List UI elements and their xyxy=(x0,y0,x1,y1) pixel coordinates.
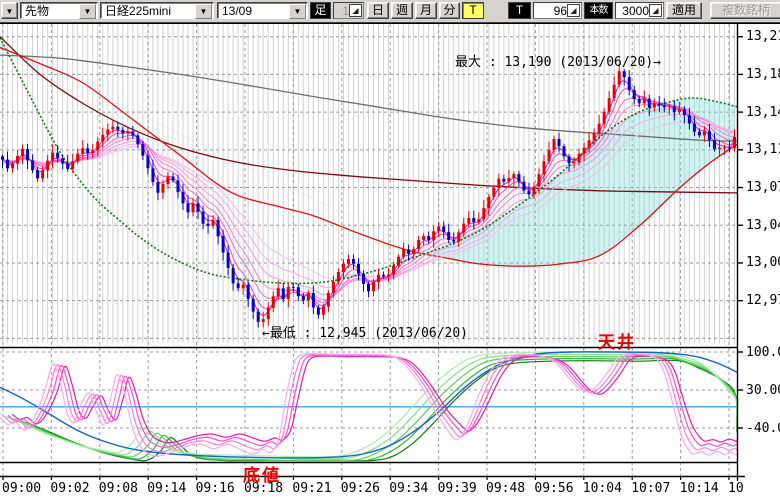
interval-stepper[interactable]: 1 ◢ xyxy=(333,2,364,19)
bar-count-value: 3000 xyxy=(622,4,649,19)
tick-count-stepper[interactable]: 96 ◢ xyxy=(533,2,582,19)
price-axis-label: 13,040 xyxy=(746,218,780,233)
spinner-icon[interactable]: ◢ xyxy=(649,4,662,17)
oscillator-axis-label: -40.00 xyxy=(746,421,780,436)
time-axis-label: 09:08 xyxy=(99,481,138,496)
oscillator-axis-label: 30.00 xyxy=(746,383,780,398)
mini-dropdown-button[interactable]: ▼ xyxy=(1,2,18,19)
price-axis-label: 13,110 xyxy=(746,142,780,157)
spinner-icon[interactable]: ◢ xyxy=(349,4,362,17)
time-axis-label: 09:39 xyxy=(438,481,477,496)
symbol-select[interactable]: 日経225mini ▼ xyxy=(100,2,214,19)
oscillator-lines xyxy=(0,352,738,461)
apply-button[interactable]: 適用 xyxy=(666,2,702,19)
contract-month-select[interactable]: 13/09 ▼ xyxy=(217,2,308,19)
bottom-annotation: 底値 xyxy=(243,461,281,486)
chevron-down-icon[interactable]: ▼ xyxy=(289,4,306,19)
session-low-annotation: ←最低 : 12,945 (2013/06/20) xyxy=(262,322,468,341)
category-value: 先物 xyxy=(25,4,49,19)
time-axis-label: 09:56 xyxy=(534,481,573,496)
period-tick-button-active[interactable]: T xyxy=(462,2,484,19)
bar-count-stepper[interactable]: 3000 ◢ xyxy=(615,2,664,19)
time-axis-label: 09:16 xyxy=(196,481,235,496)
oscillator-axis-label: 100.00 xyxy=(746,345,780,360)
category-select[interactable]: 先物 ▼ xyxy=(20,2,98,19)
multi-symbol-button[interactable]: 複数銘柄 xyxy=(710,2,780,19)
time-axis-label: 10:07 xyxy=(631,481,670,496)
chart-canvas[interactable] xyxy=(0,0,780,500)
chevron-down-icon[interactable]: ▼ xyxy=(195,4,212,19)
session-high-annotation: 最大 : 13,190 (2013/06/20)→ xyxy=(455,51,661,70)
chevron-down-icon: ▼ xyxy=(6,7,14,16)
price-axis-label: 12,970 xyxy=(746,293,780,308)
interval-value: 1 xyxy=(342,4,349,19)
bar-type-label-button: 足 xyxy=(310,2,331,19)
time-axis-label: 09:34 xyxy=(389,481,428,496)
time-axis-label: 10 xyxy=(728,481,744,496)
period-day-button[interactable]: 日 xyxy=(367,2,389,19)
bar-count-label: 本数 xyxy=(584,2,613,19)
time-axis-label: 10:14 xyxy=(680,481,719,496)
chevron-down-icon[interactable]: ▼ xyxy=(79,4,96,19)
period-week-button[interactable]: 週 xyxy=(391,2,413,19)
price-axis-label: 13,145 xyxy=(746,105,780,120)
period-minute-button[interactable]: 分 xyxy=(439,2,460,19)
time-axis-label: 10:04 xyxy=(583,481,622,496)
price-axis-label: 13,215 xyxy=(746,29,780,44)
time-axis-label: 09:14 xyxy=(147,481,186,496)
symbol-value: 日経225mini xyxy=(105,4,171,19)
contract-month-value: 13/09 xyxy=(222,4,252,19)
chart-application-window: ▼ 先物 ▼ 日経225mini ▼ 13/09 ▼ 足 1 ◢ 日 週 月 分… xyxy=(0,0,780,500)
time-axis-label: 09:02 xyxy=(50,481,89,496)
price-axis-label: 13,005 xyxy=(746,255,780,270)
time-axis-label: 09:26 xyxy=(341,481,380,496)
period-month-button[interactable]: 月 xyxy=(415,2,437,19)
ceiling-annotation: 天井 xyxy=(598,328,636,353)
price-axis-label: 13,180 xyxy=(746,67,780,82)
time-axis-label: 09:48 xyxy=(486,481,525,496)
tick-count-value: 96 xyxy=(554,4,567,19)
time-axis-label: 09:21 xyxy=(292,481,331,496)
spinner-icon[interactable]: ◢ xyxy=(567,4,580,17)
toolbar: ▼ 先物 ▼ 日経225mini ▼ 13/09 ▼ 足 1 ◢ 日 週 月 分… xyxy=(0,0,780,23)
tick-count-label: T xyxy=(508,2,531,19)
price-axis-label: 13,075 xyxy=(746,180,780,195)
time-axis-label: 09:00 xyxy=(2,481,41,496)
